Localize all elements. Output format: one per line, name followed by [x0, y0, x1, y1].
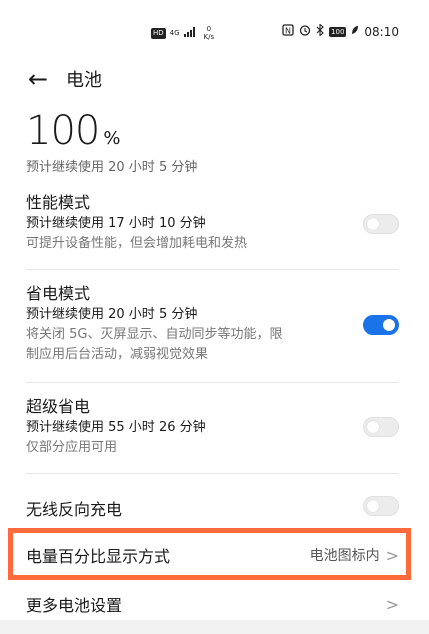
- performance-mode-desc: 可提升设备性能，但会增加耗电和发热: [26, 236, 248, 251]
- reverse-charge-label: 无线反向充电: [26, 500, 123, 519]
- chevron-right-icon: >: [385, 545, 399, 565]
- divider: [26, 269, 399, 270]
- svg-text:N: N: [285, 27, 291, 36]
- battery-settings-page: HD 4G 0 K/s N 100 08:10 ← 电池 100 % 预计继续使…: [0, 0, 429, 634]
- battery-estimate: 预计继续使用 20 小时 5 分钟: [26, 160, 198, 175]
- page-title: 电池: [66, 70, 102, 91]
- toggle-knob: [367, 421, 379, 433]
- percent-display-value: 电池图标内: [309, 548, 380, 564]
- toggle-knob: [367, 500, 379, 512]
- power-saving-mode-title: 省电模式: [26, 284, 91, 303]
- net-speed-unit: K/s: [203, 33, 215, 41]
- battery-level: 100 %: [26, 108, 120, 154]
- battery-percent-value: 100: [26, 108, 100, 154]
- divider: [26, 382, 399, 383]
- battery-percent-unit: %: [103, 128, 121, 149]
- power-saving-mode-toggle[interactable]: [363, 315, 399, 335]
- more-battery-settings-item[interactable]: 更多电池设置 >: [26, 592, 399, 616]
- reverse-charge-toggle[interactable]: [363, 496, 399, 516]
- performance-mode-title: 性能模式: [26, 193, 91, 212]
- app-header: ← 电池: [28, 66, 102, 92]
- performance-mode-estimate: 预计继续使用 17 小时 10 分钟: [26, 216, 206, 231]
- battery-icon: 100: [329, 26, 347, 37]
- divider: [26, 473, 399, 474]
- performance-mode-item[interactable]: 性能模式 预计继续使用 17 小时 10 分钟 可提升设备性能，但会增加耗电和发…: [26, 192, 399, 254]
- power-saving-mode-desc-line1: 将关闭 5G、灭屏显示、自动同步等功能，限: [26, 327, 283, 342]
- performance-mode-toggle[interactable]: [363, 214, 399, 234]
- alarm-icon: [299, 24, 311, 39]
- status-right: N 100 08:10: [282, 23, 399, 39]
- bluetooth-icon: [316, 23, 324, 39]
- toggle-knob: [383, 319, 395, 331]
- toggle-knob: [367, 218, 379, 230]
- status-left: HD 4G 0 K/s: [151, 25, 214, 41]
- ultra-power-saving-item[interactable]: 超级省电 预计继续使用 55 小时 26 分钟 仅部分应用可用: [26, 396, 399, 458]
- power-saving-mode-item[interactable]: 省电模式 预计继续使用 20 小时 5 分钟 将关闭 5G、灭屏显示、自动同步等…: [26, 283, 399, 365]
- reverse-charge-item[interactable]: 无线反向充电: [26, 496, 399, 520]
- status-bar: HD 4G 0 K/s N 100 08:10: [0, 23, 429, 42]
- nfc-icon: N: [282, 24, 294, 39]
- ultra-power-saving-estimate: 预计继续使用 55 小时 26 分钟: [26, 420, 206, 435]
- bottom-strip: [0, 620, 429, 634]
- power-saving-mode-estimate: 预计继续使用 20 小时 5 分钟: [26, 307, 198, 322]
- power-saving-mode-desc-line2: 制应用后台活动，减弱视觉效果: [26, 347, 209, 362]
- net-speed: 0 K/s: [204, 25, 215, 41]
- net-speed-value: 0: [206, 25, 212, 33]
- clock: 08:10: [364, 24, 399, 39]
- ultra-power-saving-toggle[interactable]: [363, 417, 399, 437]
- hd-icon: HD: [151, 27, 166, 39]
- chevron-right-icon: >: [385, 594, 399, 614]
- leaf-icon: [351, 25, 359, 38]
- ultra-power-saving-desc: 仅部分应用可用: [26, 440, 118, 455]
- more-battery-settings-label: 更多电池设置: [26, 596, 123, 615]
- signal-icon: [183, 26, 196, 40]
- percent-display-label: 电量百分比显示方式: [26, 547, 171, 566]
- ultra-power-saving-title: 超级省电: [26, 397, 91, 416]
- network-type: 4G: [169, 28, 180, 37]
- percent-display-item[interactable]: 电量百分比显示方式 电池图标内 >: [26, 543, 399, 567]
- back-arrow-icon[interactable]: ←: [28, 67, 54, 91]
